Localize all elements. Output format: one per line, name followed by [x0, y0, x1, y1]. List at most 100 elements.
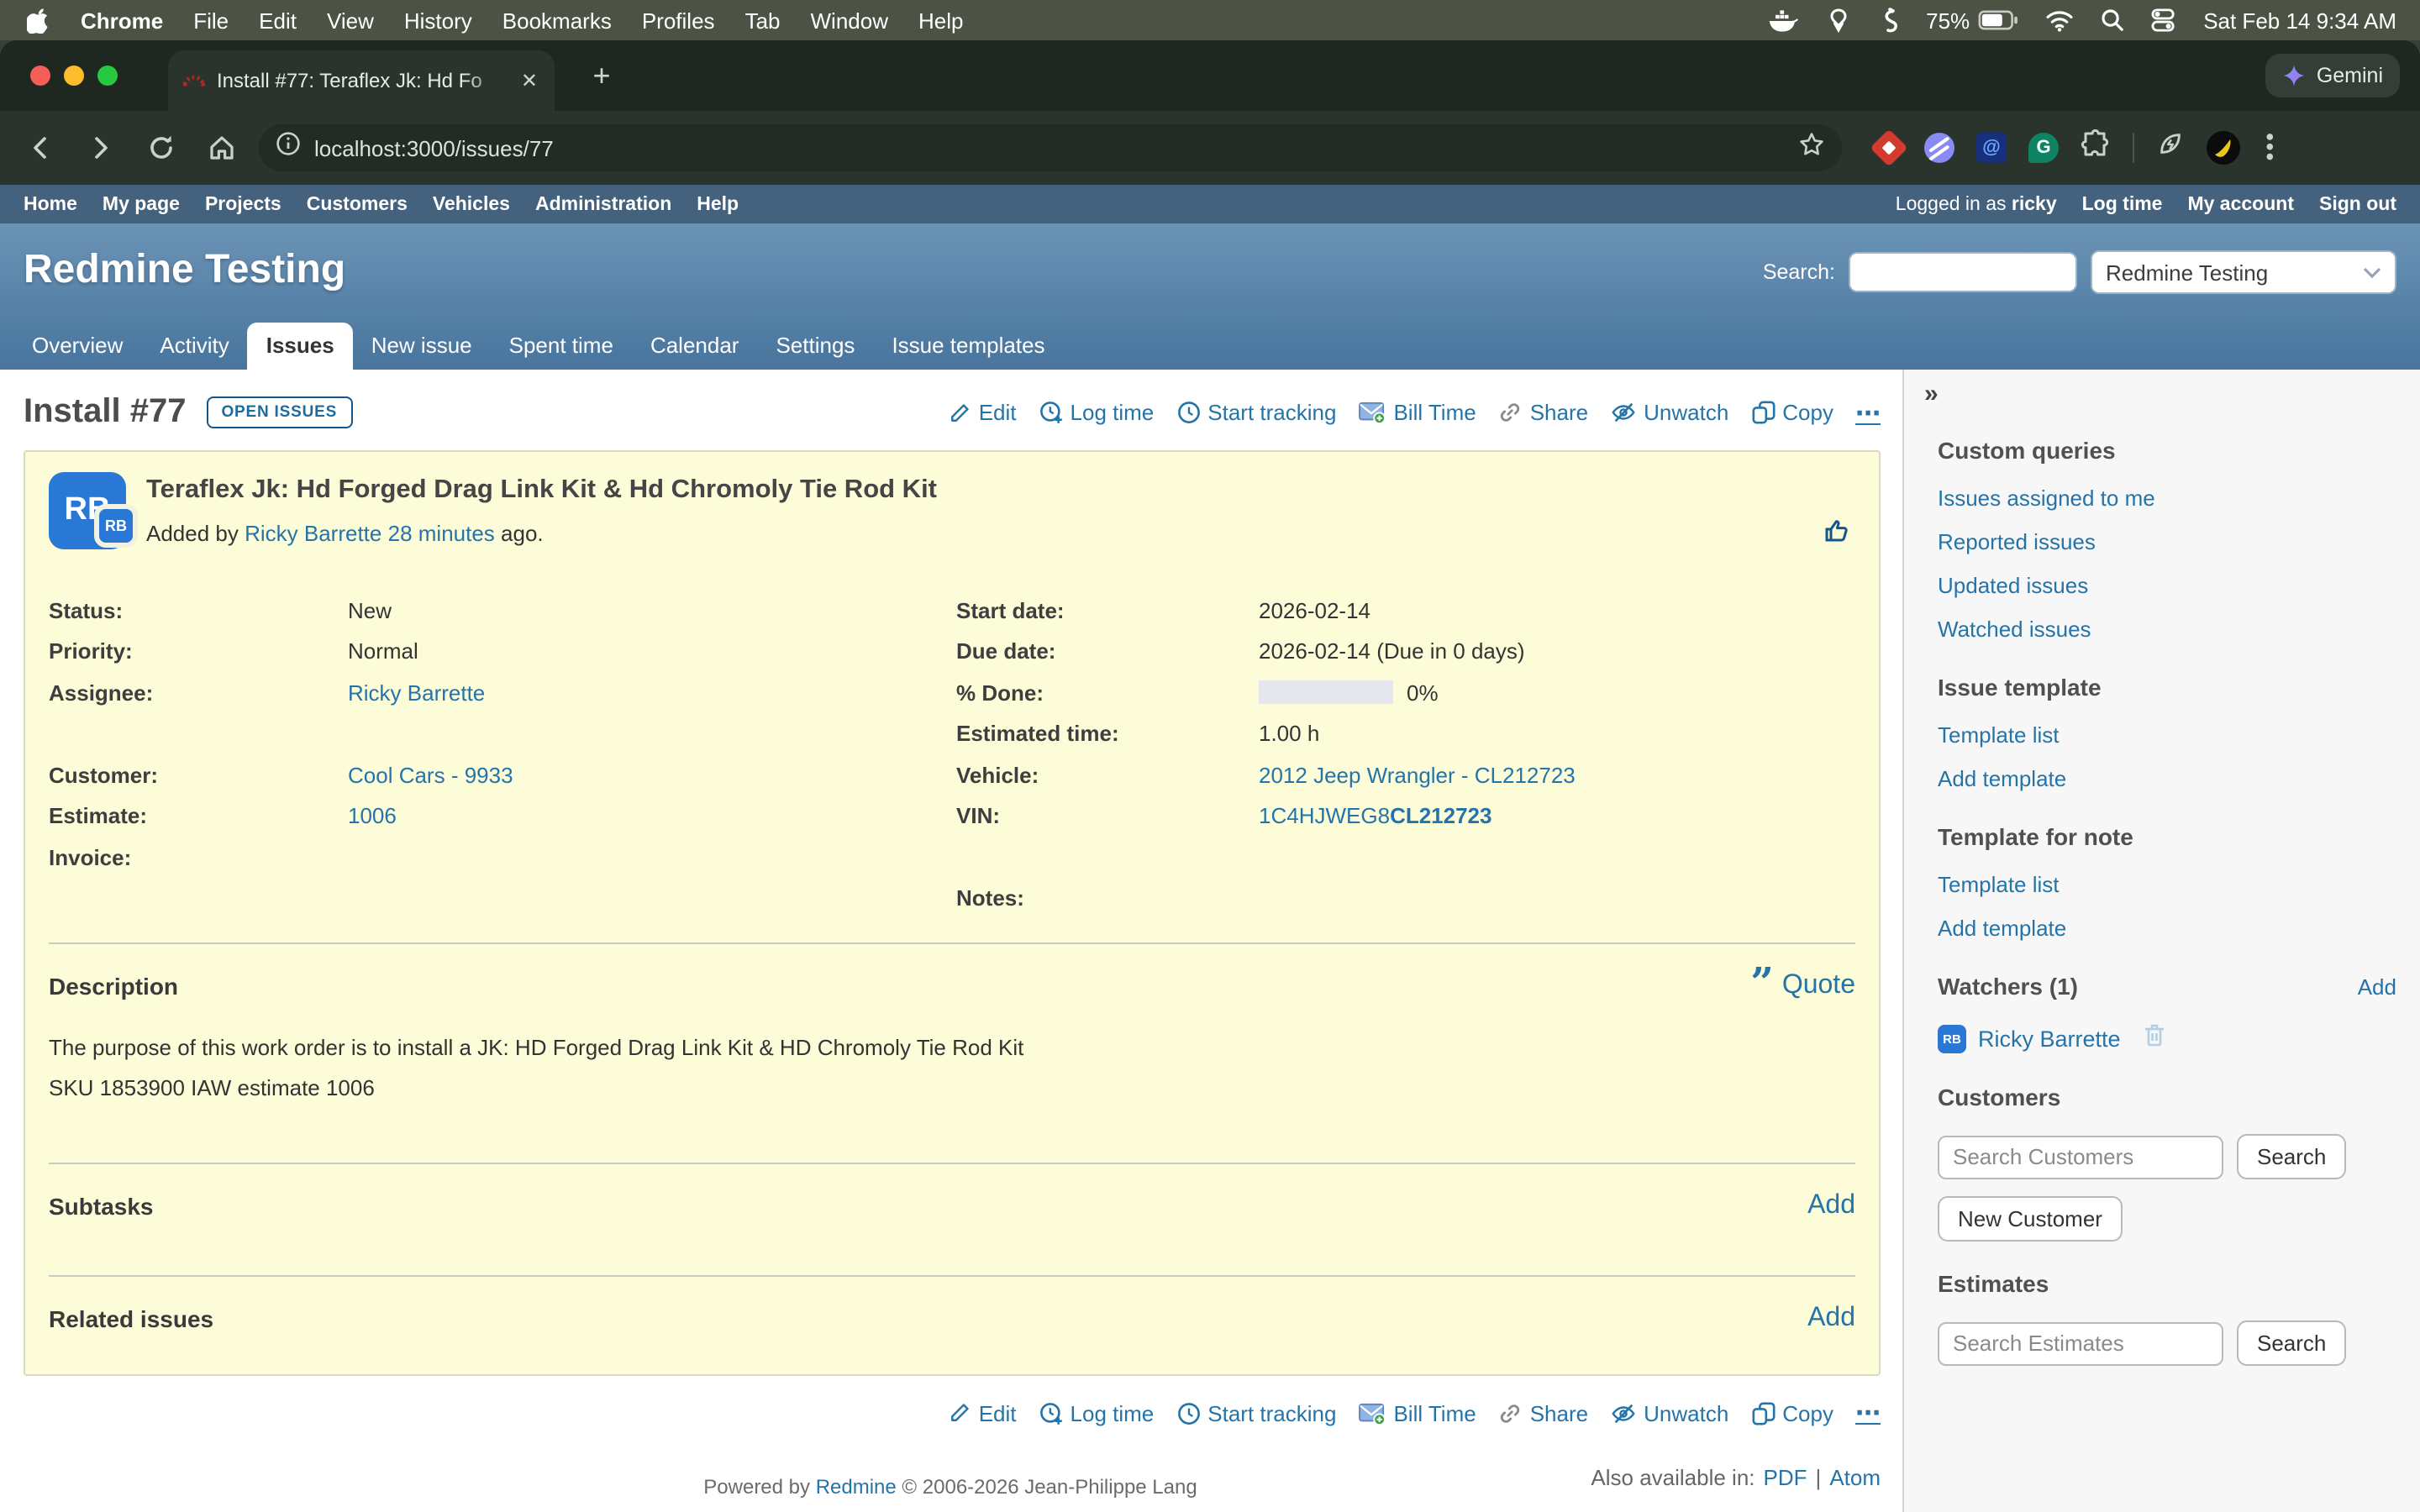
topmenu-vehicles[interactable]: Vehicles [433, 194, 510, 214]
edit-button-bottom[interactable]: Edit [949, 1400, 1017, 1425]
estimate-link[interactable]: 1006 [348, 804, 397, 829]
open-issues-badge[interactable]: OPEN ISSUES [206, 396, 352, 428]
search-estimates-button[interactable]: Search [2237, 1320, 2346, 1366]
spotlight-search-icon[interactable] [2101, 8, 2124, 32]
sidebar-link-note-template-list[interactable]: Template list [1938, 870, 2396, 900]
topmenu-help[interactable]: Help [697, 194, 739, 214]
zoom-window-button[interactable] [97, 66, 118, 86]
bill-time-button-bottom[interactable]: Bill Time [1358, 1400, 1476, 1425]
battery-saver-icon[interactable] [2156, 129, 2185, 166]
extension-icon-2[interactable] [1924, 133, 1954, 163]
topmenu-administration[interactable]: Administration [535, 194, 671, 214]
project-select[interactable]: Redmine Testing [2091, 250, 2396, 294]
battery-indicator[interactable]: 75% [1926, 8, 2018, 33]
browser-menu-icon[interactable]: ••• [2262, 133, 2279, 162]
assignee-link[interactable]: Ricky Barrette [348, 680, 485, 706]
bookmark-star-icon[interactable] [1798, 130, 1825, 165]
tab-settings[interactable]: Settings [757, 323, 873, 370]
menubar-app-name[interactable]: Chrome [81, 8, 163, 33]
author-link[interactable]: Ricky Barrette [245, 521, 381, 546]
new-customer-button[interactable]: New Customer [1938, 1196, 2123, 1242]
share-button-bottom[interactable]: Share [1498, 1400, 1588, 1425]
docker-icon[interactable] [1768, 8, 1798, 33]
topmenu-projects[interactable]: Projects [205, 194, 281, 214]
menubar-item-history[interactable]: History [404, 8, 472, 33]
wifi-icon[interactable] [2045, 9, 2074, 31]
sidebar-link-template-list[interactable]: Template list [1938, 721, 2396, 751]
vehicle-link[interactable]: 2012 Jeep Wrangler - CL212723 [1259, 763, 1576, 788]
start-tracking-button[interactable]: Start tracking [1176, 400, 1336, 425]
menubar-app-icon-3[interactable] [1879, 7, 1899, 34]
sidebar-link-issues-assigned[interactable]: Issues assigned to me [1938, 484, 2396, 514]
vin-link[interactable]: 1C4HJWEG8CL212723 [1259, 804, 1492, 829]
watcher-name-link[interactable]: Ricky Barrette [1978, 1026, 2121, 1051]
sidebar-link-reported-issues[interactable]: Reported issues [1938, 528, 2396, 558]
sidebar-link-watched-issues[interactable]: Watched issues [1938, 615, 2396, 645]
menubar-item-tab[interactable]: Tab [745, 8, 781, 33]
copy-button-bottom[interactable]: Copy [1750, 1400, 1833, 1425]
delete-watcher-icon[interactable] [2143, 1021, 2166, 1055]
search-customers-input[interactable] [1938, 1135, 2223, 1179]
site-info-icon[interactable] [276, 131, 301, 165]
topmenu-home[interactable]: Home [24, 194, 77, 214]
extension-icon-1[interactable] [1870, 129, 1907, 166]
browser-tab[interactable]: Install #77: Teraflex Jk: Hd Fo ✕ [168, 50, 555, 111]
back-button[interactable] [17, 124, 64, 171]
search-estimates-input[interactable] [1938, 1321, 2223, 1365]
tab-issue-templates[interactable]: Issue templates [873, 323, 1063, 370]
sidebar-link-updated-issues[interactable]: Updated issues [1938, 571, 2396, 601]
bill-time-button[interactable]: Bill Time [1358, 400, 1476, 425]
home-button[interactable] [198, 124, 245, 171]
unwatch-button[interactable]: Unwatch [1610, 400, 1728, 425]
reload-button[interactable] [138, 124, 185, 171]
profile-avatar[interactable] [2207, 131, 2240, 165]
close-window-button[interactable] [30, 66, 50, 86]
menubar-item-view[interactable]: View [327, 8, 374, 33]
sidebar-collapse-button[interactable]: » [1924, 380, 2396, 408]
log-time-button-bottom[interactable]: Log time [1039, 1400, 1155, 1425]
extensions-puzzle-icon[interactable] [2081, 129, 2111, 167]
topmenu-customers[interactable]: Customers [307, 194, 408, 214]
tab-calendar[interactable]: Calendar [632, 323, 758, 370]
tab-new-issue[interactable]: New issue [353, 323, 491, 370]
tab-issues[interactable]: Issues [248, 323, 353, 370]
edit-button[interactable]: Edit [949, 400, 1017, 425]
sidebar-link-add-template[interactable]: Add template [1938, 764, 2396, 795]
unwatch-button-bottom[interactable]: Unwatch [1610, 1400, 1728, 1425]
menubar-item-file[interactable]: File [193, 8, 229, 33]
add-watcher-link[interactable]: Add [2358, 974, 2396, 999]
start-tracking-button-bottom[interactable]: Start tracking [1176, 1400, 1336, 1425]
grammarly-extension-icon[interactable]: G [2028, 133, 2059, 163]
url-text[interactable]: localhost:3000/issues/77 [314, 135, 1785, 160]
topmenu-log-time[interactable]: Log time [2082, 194, 2163, 214]
menubar-app-icon-2[interactable] [1825, 7, 1852, 34]
tab-spent-time[interactable]: Spent time [491, 323, 632, 370]
forward-button[interactable] [77, 124, 124, 171]
menubar-item-window[interactable]: Window [811, 8, 889, 33]
log-time-button[interactable]: Log time [1039, 400, 1155, 425]
customer-link[interactable]: Cool Cars - 9933 [348, 763, 513, 788]
minimize-window-button[interactable] [64, 66, 84, 86]
menubar-item-edit[interactable]: Edit [259, 8, 297, 33]
more-actions-button-bottom[interactable]: ⋯ [1855, 1398, 1881, 1428]
new-tab-button[interactable]: + [581, 59, 622, 92]
topmenu-my-account[interactable]: My account [2187, 194, 2294, 214]
quote-link[interactable]: Quote [1782, 971, 1855, 1001]
tab-activity[interactable]: Activity [141, 323, 247, 370]
menubar-item-profiles[interactable]: Profiles [642, 8, 715, 33]
address-bar[interactable]: localhost:3000/issues/77 [259, 124, 1842, 171]
search-input[interactable] [1849, 252, 2077, 292]
time-ago-link[interactable]: 28 minutes [388, 521, 495, 546]
redmine-link[interactable]: Redmine [816, 1475, 897, 1499]
tab-close-icon[interactable]: ✕ [518, 69, 541, 92]
share-button[interactable]: Share [1498, 400, 1588, 425]
add-subtask-link[interactable]: Add [1807, 1191, 1855, 1221]
menubar-clock[interactable]: Sat Feb 14 9:34 AM [2203, 8, 2396, 33]
control-center-icon[interactable] [2151, 8, 2176, 32]
topmenu-my-page[interactable]: My page [103, 194, 180, 214]
tab-overview[interactable]: Overview [13, 323, 141, 370]
sidebar-link-note-add-template[interactable]: Add template [1938, 914, 2396, 944]
add-related-issue-link[interactable]: Add [1807, 1304, 1855, 1334]
search-customers-button[interactable]: Search [2237, 1134, 2346, 1179]
apple-menu-icon[interactable] [27, 7, 50, 34]
